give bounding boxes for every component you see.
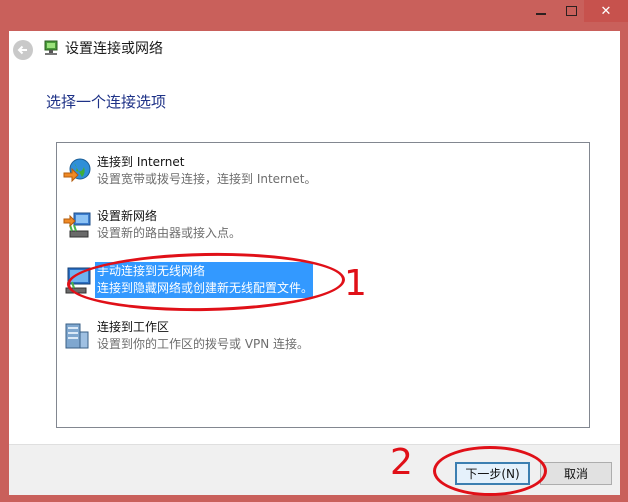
option-connect-workplace[interactable]: 连接到工作区 设置到你的工作区的拨号或 VPN 连接。 [60, 318, 320, 356]
internet-globe-icon [63, 158, 91, 183]
option-connect-internet[interactable]: 连接到 Internet 设置宽带或拨号连接，连接到 Internet。 [60, 153, 320, 191]
option-title: 连接到 Internet [97, 155, 185, 169]
page-instruction: 选择一个连接选项 [46, 93, 167, 111]
close-button[interactable]: ✕ [584, 0, 628, 22]
annotation-ellipse-2 [433, 446, 547, 496]
close-icon: ✕ [600, 3, 612, 19]
workplace-icon [65, 323, 89, 349]
option-title: 设置新网络 [97, 209, 158, 223]
option-setup-network[interactable]: 设置新网络 设置新的路由器或接入点。 [60, 207, 320, 245]
option-title: 连接到工作区 [97, 320, 170, 334]
window-title: 设置连接或网络 [65, 41, 163, 57]
minimize-button[interactable] [524, 0, 558, 22]
annotation-label-2: 2 [390, 442, 413, 483]
option-description: 设置到你的工作区的拨号或 VPN 连接。 [97, 337, 310, 351]
cancel-button[interactable]: 取消 [540, 462, 612, 485]
minimize-icon [536, 13, 546, 15]
maximize-button[interactable] [558, 0, 584, 22]
back-button[interactable] [13, 40, 33, 60]
option-description: 设置宽带或拨号连接，连接到 Internet。 [97, 172, 317, 186]
option-description: 设置新的路由器或接入点。 [97, 226, 242, 240]
annotation-label-1: 1 [344, 263, 367, 304]
network-wizard-icon [44, 40, 58, 55]
arrow-left-icon [17, 45, 27, 55]
maximize-icon [565, 6, 577, 16]
network-setup-icon [63, 212, 91, 238]
